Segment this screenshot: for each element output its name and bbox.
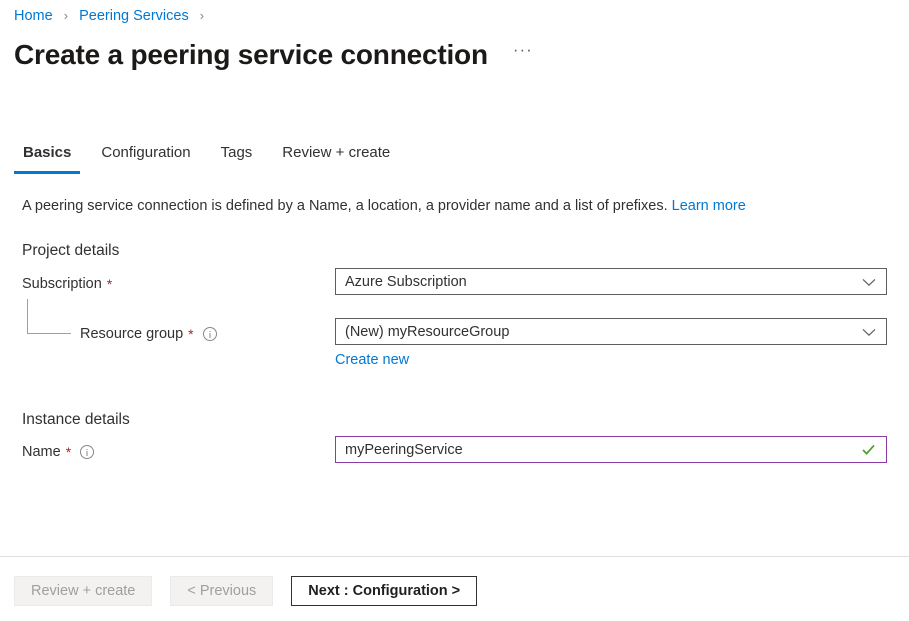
required-marker: *: [106, 276, 113, 292]
tab-bar: Basics Configuration Tags Review + creat…: [14, 142, 411, 174]
learn-more-link[interactable]: Learn more: [672, 198, 746, 214]
tab-basics[interactable]: Basics: [14, 142, 81, 174]
breadcrumb-item-peering-services[interactable]: Peering Services: [79, 8, 189, 24]
subscription-label-text: Subscription: [22, 276, 102, 292]
form-description: A peering service connection is defined …: [22, 196, 746, 217]
page-title-row: Create a peering service connection ···: [14, 36, 536, 74]
name-label-text: Name: [22, 444, 61, 460]
field-connector-line: [27, 299, 71, 334]
form-description-text: A peering service connection is defined …: [22, 198, 668, 214]
section-heading-instance-details: Instance details: [22, 411, 130, 428]
required-marker: *: [65, 444, 72, 460]
required-marker: *: [188, 326, 194, 342]
breadcrumb-separator-icon: ›: [63, 8, 69, 23]
next-configuration-button[interactable]: Next : Configuration >: [291, 576, 478, 606]
subscription-dropdown[interactable]: Azure Subscription: [335, 268, 887, 295]
name-field-value: myPeeringService: [345, 441, 463, 458]
footer-actions: Review + create < Previous Next : Config…: [14, 576, 495, 606]
chevron-down-icon: [862, 328, 876, 336]
subscription-label: Subscription *: [22, 274, 112, 294]
chevron-down-icon: [862, 278, 876, 286]
info-icon[interactable]: [80, 445, 95, 459]
tab-tags[interactable]: Tags: [212, 142, 262, 174]
more-options-icon[interactable]: ···: [510, 41, 536, 68]
section-heading-project-details: Project details: [22, 242, 120, 259]
footer-divider: [0, 556, 909, 557]
resource-group-selected-value: (New) myResourceGroup: [345, 323, 510, 340]
info-icon[interactable]: [202, 327, 217, 341]
name-label: Name *: [22, 442, 95, 462]
resource-group-label-text: Resource group: [80, 326, 184, 342]
resource-group-dropdown[interactable]: (New) myResourceGroup: [335, 318, 887, 345]
breadcrumb: Home › Peering Services ›: [14, 6, 211, 26]
page-title: Create a peering service connection: [14, 39, 488, 70]
tab-configuration[interactable]: Configuration: [92, 142, 199, 174]
review-create-button[interactable]: Review + create: [14, 576, 153, 606]
name-field[interactable]: myPeeringService: [335, 436, 887, 463]
create-new-resource-group-link[interactable]: Create new: [335, 350, 409, 370]
valid-check-icon: [862, 444, 875, 455]
breadcrumb-separator-icon: ›: [199, 8, 205, 23]
resource-group-label: Resource group *: [80, 324, 217, 344]
breadcrumb-item-home[interactable]: Home: [14, 8, 53, 24]
previous-button[interactable]: < Previous: [170, 576, 274, 606]
subscription-selected-value: Azure Subscription: [345, 273, 467, 290]
tab-review-create[interactable]: Review + create: [273, 142, 399, 174]
